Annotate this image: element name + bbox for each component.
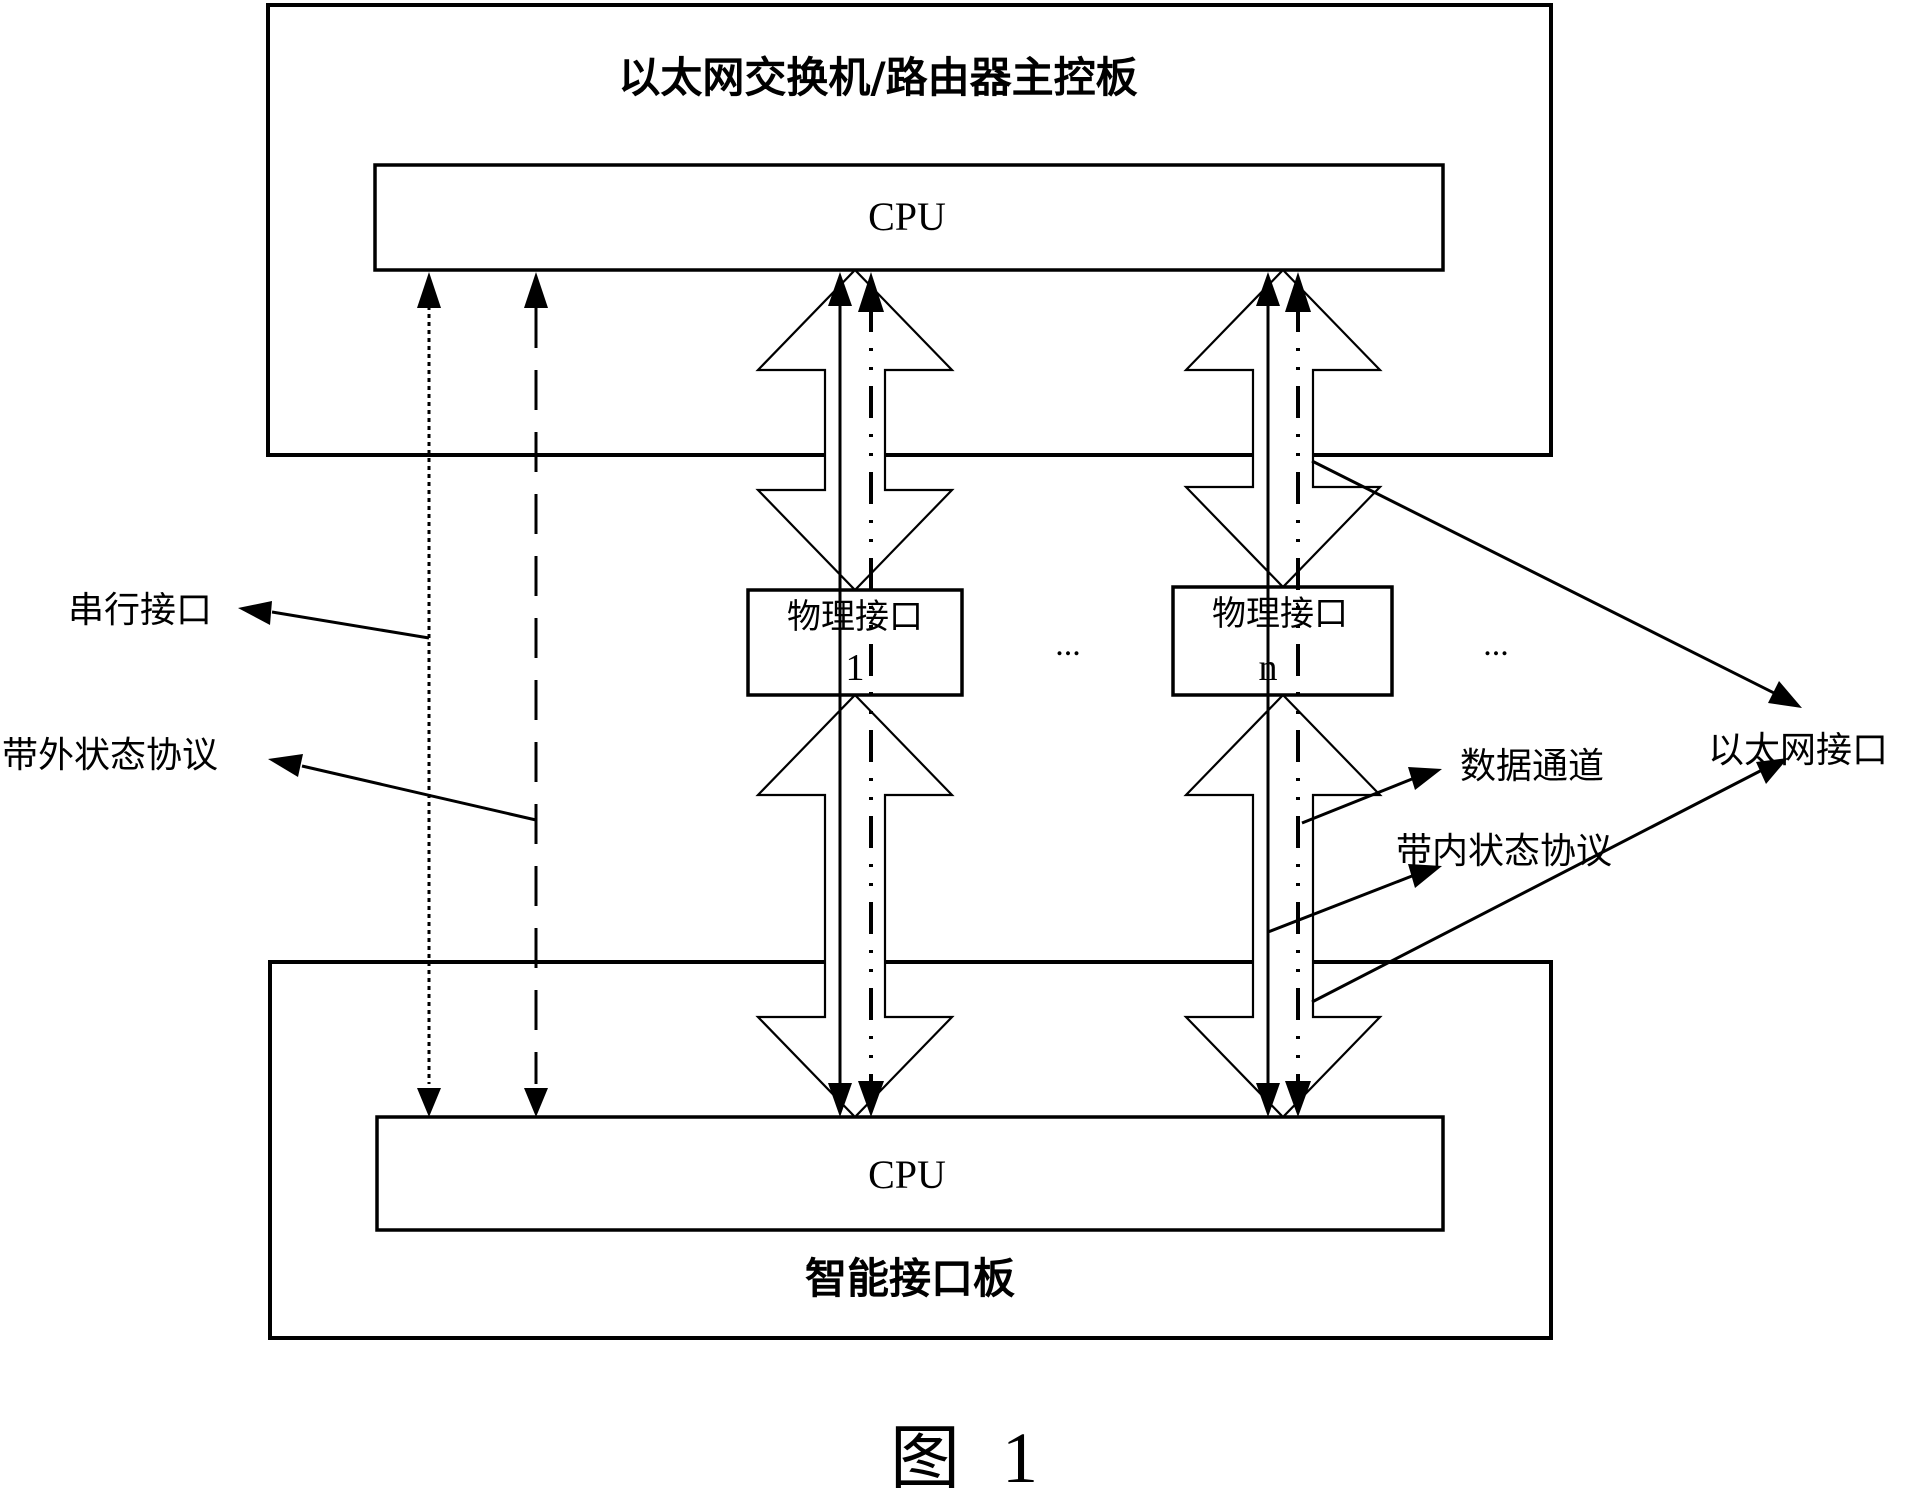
callout-out-of-band-protocol: 带外状态协议 xyxy=(2,735,537,822)
serial-up-arrowhead xyxy=(417,272,441,308)
interface-board-title: 智能接口板 xyxy=(805,1254,1015,1303)
figure-caption-number: 1 xyxy=(1002,1418,1038,1492)
physical-interface-n: 物理接口 n xyxy=(1171,585,1394,697)
ellipsis-between-interfaces: ... xyxy=(1055,626,1081,663)
out-of-band-down-arrowhead xyxy=(524,1088,548,1117)
block-arrow-interface-n-to-board-cpu xyxy=(1183,693,1383,1119)
physical-interface-1-index: 1 xyxy=(846,647,865,689)
callout-serial-interface-leader xyxy=(271,610,430,640)
serial-down-arrowhead xyxy=(417,1088,441,1117)
network-board-diagram: 以太网交换机/路由器主控板 CPU CPU 智能接口板 物理接口 1 物理接口 … xyxy=(2,3,1888,1492)
callout-ethernet-interface-leader-bottom xyxy=(1311,767,1765,1004)
block-arrow-interface-1-to-board-cpu xyxy=(755,693,955,1119)
physical-interface-1: 物理接口 1 xyxy=(746,588,964,697)
callout-data-channel-arrowhead xyxy=(1408,767,1442,790)
figure-caption-prefix: 图 xyxy=(890,1417,960,1492)
callout-data-channel-text: 数据通道 xyxy=(1460,746,1604,787)
callout-ethernet-interface-arrowhead-bottom xyxy=(1756,758,1788,784)
main-control-board: 以太网交换机/路由器主控板 CPU xyxy=(266,3,1553,457)
physical-interface-1-label: 物理接口 xyxy=(787,597,923,637)
callout-serial-interface-arrowhead xyxy=(238,601,272,625)
physical-interface-n-label: 物理接口 xyxy=(1212,594,1348,634)
callout-out-of-band-arrowhead xyxy=(268,754,303,777)
callout-in-band-arrowhead xyxy=(1408,864,1442,888)
ellipsis-after-interface-n: ... xyxy=(1483,626,1509,663)
figure-caption: 图 1 xyxy=(890,1417,1038,1492)
main-board-title: 以太网交换机/路由器主控板 xyxy=(618,53,1137,102)
callout-serial-interface-text: 串行接口 xyxy=(68,590,212,631)
callout-out-of-band-text: 带外状态协议 xyxy=(2,735,218,776)
callout-ethernet-interface-arrowhead-top xyxy=(1768,681,1802,708)
callout-ethernet-interface-text: 以太网接口 xyxy=(1708,730,1888,771)
callout-out-of-band-leader xyxy=(301,764,537,822)
out-of-band-up-arrowhead xyxy=(524,272,548,308)
main-board-cpu-label: CPU xyxy=(868,194,946,239)
callout-serial-interface: 串行接口 xyxy=(68,590,430,640)
block-arrow-cpu-to-interface-1 xyxy=(755,268,955,592)
out-of-band-lines xyxy=(417,272,548,1117)
callout-ethernet-interface: 以太网接口 xyxy=(1311,459,1888,1004)
block-arrow-cpu-to-interface-n xyxy=(1183,268,1383,589)
interface-board-cpu-label: CPU xyxy=(868,1152,946,1197)
callout-in-band-protocol: 带内状态协议 xyxy=(1267,831,1612,934)
